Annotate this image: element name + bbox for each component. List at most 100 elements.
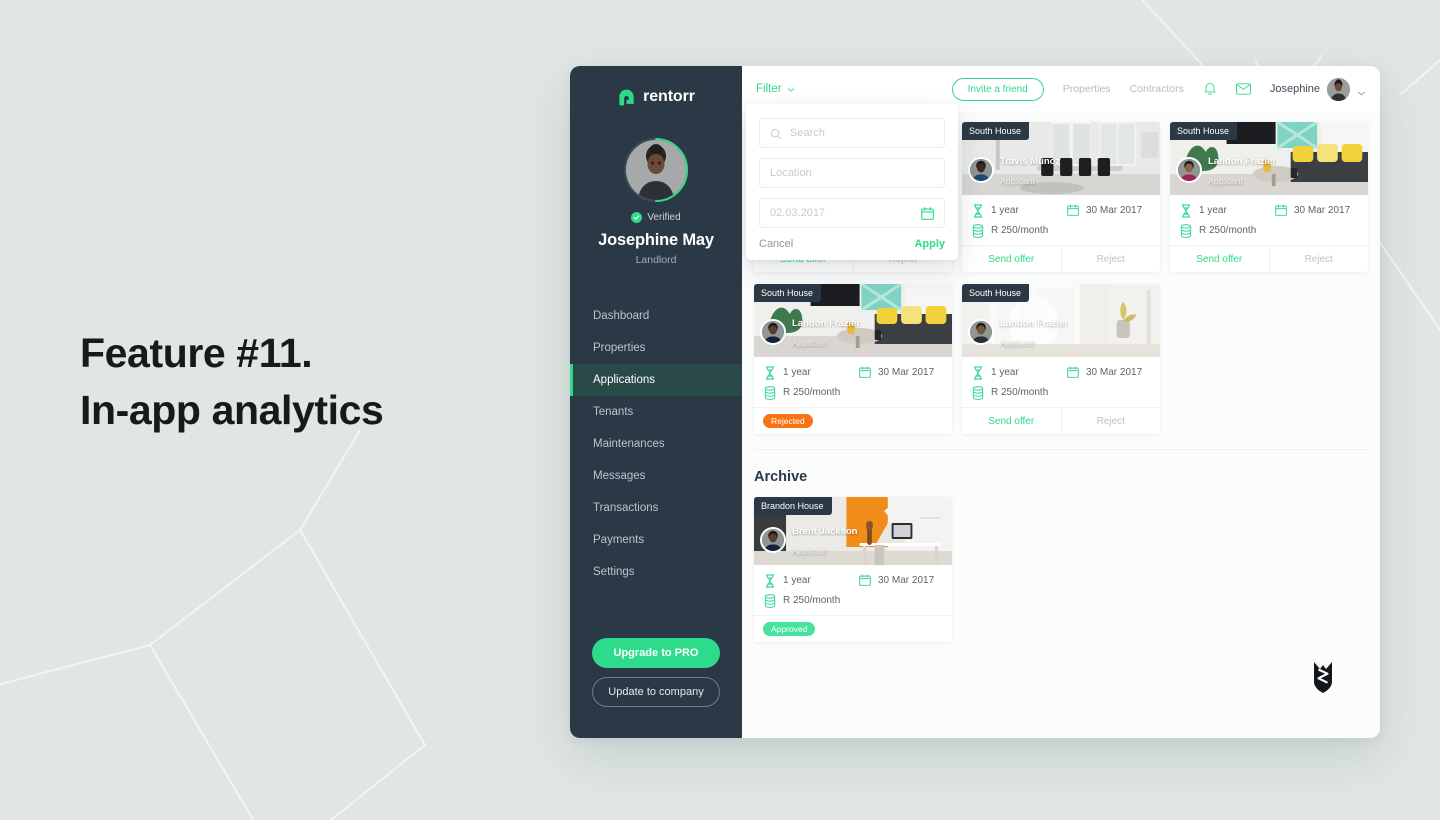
lease-date-value: 30 Mar 2017: [1294, 205, 1351, 216]
user-menu[interactable]: Josephine: [1270, 77, 1366, 101]
applicant-name: Landon Frazier: [792, 318, 861, 329]
sidebar-item-maintenances[interactable]: Maintenances: [570, 428, 742, 460]
location-input[interactable]: [770, 167, 934, 179]
sidebar-item-label: Maintenances: [593, 438, 665, 450]
sidebar-profile: Verified Josephine May Landlord: [570, 138, 742, 266]
applicant-role: Applicant: [1208, 176, 1243, 186]
lease-duration-value: 1 year: [783, 367, 811, 378]
meta-row: R 250/month: [972, 386, 1150, 400]
chevron-down-icon: [787, 85, 795, 93]
date-input[interactable]: [770, 207, 913, 219]
applicant-role: Applicant: [1000, 176, 1035, 186]
meta-row: R 250/month: [764, 386, 942, 400]
meta-row: 1 year 30 Mar 2017: [764, 366, 942, 380]
sidebar-item-transactions[interactable]: Transactions: [570, 492, 742, 524]
lease-date-value: 30 Mar 2017: [1086, 367, 1143, 378]
search-input[interactable]: [790, 127, 934, 139]
lease-duration: 1 year: [972, 204, 1067, 218]
reject-button[interactable]: Reject: [1060, 408, 1161, 434]
filter-panel: Cancel Apply: [746, 104, 958, 260]
sidebar-item-applications[interactable]: Applications: [570, 364, 742, 396]
applicant-avatar: [760, 527, 786, 553]
sidebar-item-label: Tenants: [593, 406, 634, 418]
update-to-company-button[interactable]: Update to company: [592, 677, 720, 707]
lease-price: R 250/month: [972, 386, 1067, 400]
envelope-icon[interactable]: [1235, 83, 1251, 95]
card-actions: Send offer Reject: [962, 407, 1160, 434]
archive-card[interactable]: Brandon House Brent Jackson Applicant 1 …: [754, 497, 952, 642]
applicant-role: Applicant: [792, 338, 827, 348]
card-photo: South House Landon Frazier Applicant: [1170, 122, 1368, 195]
reject-button[interactable]: Reject: [1268, 246, 1369, 272]
application-card[interactable]: South House Landon Frazier Applicant 1 y…: [754, 284, 952, 434]
lease-price-value: R 250/month: [1199, 225, 1257, 236]
sidebar-item-dashboard[interactable]: Dashboard: [570, 300, 742, 332]
applicant-name: Landon Frazier: [1000, 318, 1069, 329]
sidebar-item-tenants[interactable]: Tenants: [570, 396, 742, 428]
applicant-avatar: [1176, 157, 1202, 183]
lease-price: R 250/month: [764, 594, 859, 608]
filter-cancel-button[interactable]: Cancel: [759, 238, 793, 250]
calendar-icon: [1067, 366, 1079, 379]
application-card[interactable]: South House Landon Frazier Applicant 1 y…: [962, 284, 1160, 434]
filter-apply-button[interactable]: Apply: [914, 238, 945, 250]
applicant-avatar: [968, 319, 994, 345]
card-photo: South House Landon Frazier Applicant: [962, 284, 1160, 357]
calendar-icon: [859, 574, 871, 587]
house-name-tag: South House: [962, 284, 1030, 302]
section-divider: [754, 449, 1368, 450]
verified-badge: Verified: [570, 212, 742, 223]
calendar-icon[interactable]: [921, 206, 934, 220]
reject-button[interactable]: Reject: [1060, 246, 1161, 272]
bell-icon[interactable]: [1203, 82, 1217, 97]
sidebar-item-messages[interactable]: Messages: [570, 460, 742, 492]
application-card[interactable]: South House Travis Munoz Applicant 1 yea…: [962, 122, 1160, 272]
hourglass-icon: [764, 366, 776, 380]
avatar[interactable]: [624, 138, 688, 202]
coins-icon: [972, 224, 984, 238]
lease-duration-value: 1 year: [991, 205, 1019, 216]
lease-price-value: R 250/month: [783, 387, 841, 398]
calendar-icon: [859, 366, 871, 379]
main-content: Filter Invite a friend Properties Contra…: [742, 66, 1380, 738]
sidebar-item-label: Messages: [593, 470, 646, 482]
meta-row: R 250/month: [1180, 224, 1358, 238]
hourglass-icon: [764, 574, 776, 588]
upgrade-to-pro-button[interactable]: Upgrade to PRO: [592, 638, 720, 668]
brand[interactable]: rentorr: [570, 73, 742, 121]
location-field[interactable]: [759, 158, 945, 188]
application-card[interactable]: South House Landon Frazier Applicant 1 y…: [1170, 122, 1368, 272]
send-offer-button[interactable]: Send offer: [962, 408, 1061, 434]
send-offer-button[interactable]: Send offer: [1170, 246, 1269, 272]
filter-dropdown-trigger[interactable]: Filter: [756, 83, 795, 95]
meta-row: 1 year 30 Mar 2017: [1180, 204, 1358, 218]
applicant-avatar: [968, 157, 994, 183]
lease-duration: 1 year: [764, 574, 859, 588]
house-name-tag: South House: [962, 122, 1030, 140]
sidebar-item-settings[interactable]: Settings: [570, 556, 742, 588]
lease-duration-value: 1 year: [991, 367, 1019, 378]
top-link-contractors[interactable]: Contractors: [1130, 83, 1184, 95]
lease-duration: 1 year: [972, 366, 1067, 380]
send-offer-button[interactable]: Send offer: [962, 246, 1061, 272]
lease-date: 30 Mar 2017: [1067, 204, 1142, 217]
status-strip: Rejected: [754, 407, 952, 434]
lease-date-value: 30 Mar 2017: [1086, 205, 1143, 216]
date-field[interactable]: [759, 198, 945, 228]
shield-monogram-icon: [1314, 662, 1332, 693]
calendar-icon: [1275, 204, 1287, 217]
search-field[interactable]: [759, 118, 945, 148]
meta-row: 1 year 30 Mar 2017: [972, 204, 1150, 218]
lease-price: R 250/month: [972, 224, 1067, 238]
invite-a-friend-button[interactable]: Invite a friend: [951, 77, 1044, 101]
lease-price-value: R 250/month: [991, 225, 1049, 236]
filter-actions: Cancel Apply: [759, 238, 945, 250]
card-photo: South House Landon Frazier Applicant: [754, 284, 952, 357]
topbar-right: Invite a friend Properties Contractors J…: [951, 77, 1366, 101]
card-actions: Send offer Reject: [962, 245, 1160, 272]
sidebar-item-payments[interactable]: Payments: [570, 524, 742, 556]
hourglass-icon: [972, 204, 984, 218]
sidebar-item-properties[interactable]: Properties: [570, 332, 742, 364]
applicant-name: Brent Jackson: [792, 526, 858, 537]
top-link-properties[interactable]: Properties: [1063, 83, 1111, 95]
